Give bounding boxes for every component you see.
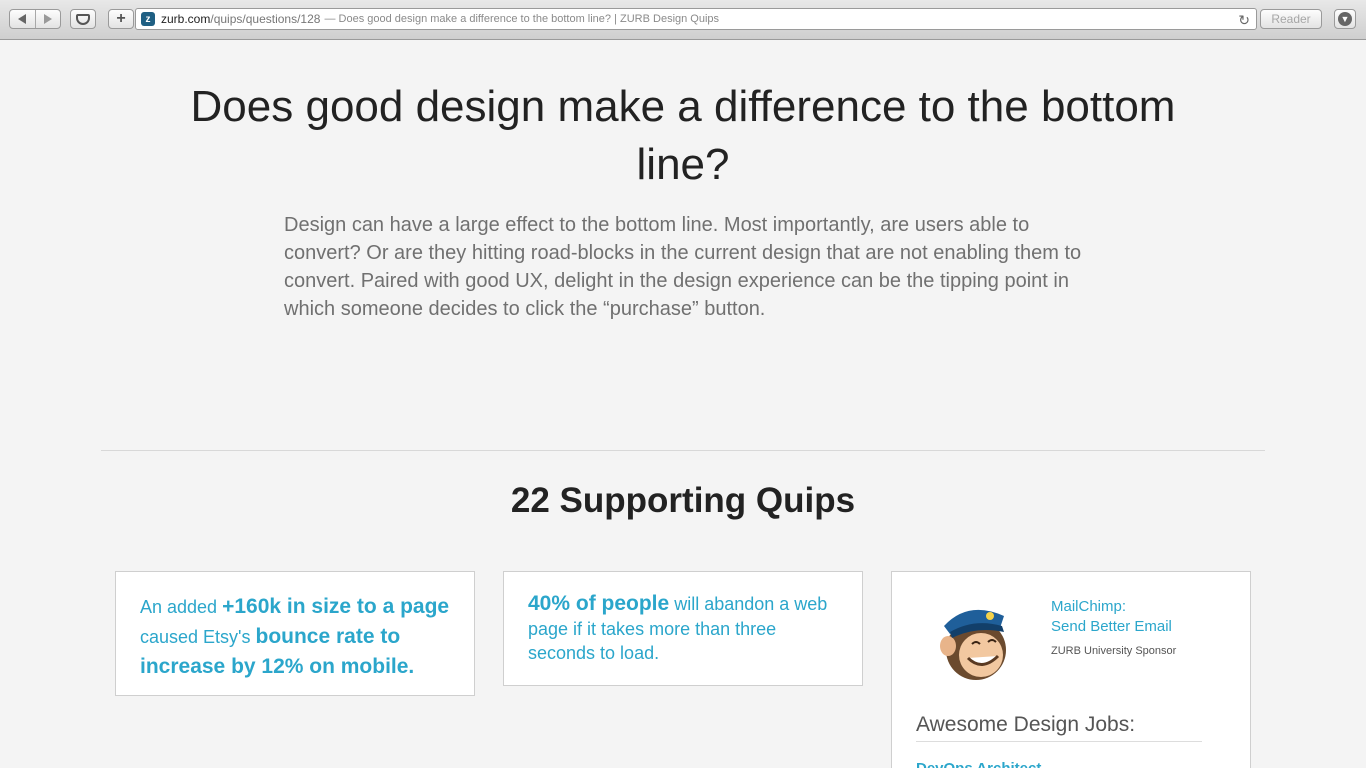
jobs-heading: Awesome Design Jobs: — [916, 713, 1136, 736]
back-button[interactable] — [10, 10, 35, 28]
jobs-divider — [916, 741, 1202, 742]
reload-icon[interactable]: ↻ — [1238, 12, 1250, 29]
forward-button[interactable] — [34, 10, 60, 28]
quip-text-highlight: 40% of people — [528, 592, 670, 615]
sponsor-link-line: MailChimp: — [1051, 598, 1127, 615]
pocket-icon — [76, 13, 90, 25]
reader-button[interactable]: Reader — [1260, 9, 1322, 29]
downloads-button[interactable]: ▼ — [1334, 9, 1356, 29]
quip-text-plain: caused Etsy's — [140, 627, 256, 647]
question-description: Design can have a large effect to the bo… — [284, 214, 1082, 320]
question-headline: Does good design make a difference to th… — [190, 82, 1176, 189]
mailchimp-monkey-icon — [940, 609, 1006, 680]
url-domain: zurb.com — [161, 12, 211, 26]
site-favicon-icon: z — [141, 12, 155, 26]
supporting-quips-title: 22 Supporting Quips — [510, 481, 856, 520]
back-arrow-icon — [18, 14, 27, 24]
quip-text-plain: An added — [140, 597, 223, 617]
quip-text: An added +160k in size to a page caused … — [140, 592, 450, 682]
quip-card[interactable]: 40% of people will abandon a web page if… — [503, 571, 863, 686]
download-icon: ▼ — [1338, 12, 1352, 26]
quip-card[interactable]: An added +160k in size to a page caused … — [115, 571, 475, 696]
url-path: /quips/questions/128 — [210, 12, 321, 26]
sponsor-link-line: Send Better Email — [1051, 618, 1172, 635]
job-link[interactable]: DevOps Architect — [916, 760, 1041, 768]
add-bookmark-button[interactable]: + — [108, 9, 134, 29]
quip-text-highlight: +160k in size to a page — [222, 595, 450, 618]
section-divider — [101, 450, 1265, 451]
sponsor-link[interactable]: MailChimp: Send Better Email — [1051, 597, 1172, 637]
browser-toolbar: + z zurb.com /quips/questions/128 — Does… — [0, 0, 1366, 40]
forward-arrow-icon — [43, 14, 52, 24]
quip-text: 40% of people will abandon a web page if… — [528, 592, 838, 666]
pocket-button[interactable] — [70, 9, 96, 29]
nav-buttons — [9, 9, 61, 29]
sponsor-card: MailChimp: Send Better Email ZURB Univer… — [891, 571, 1251, 768]
sponsor-note: ZURB University Sponsor — [1051, 645, 1177, 657]
address-bar[interactable]: z zurb.com /quips/questions/128 — Does g… — [135, 8, 1257, 30]
page-title-in-url: — Does good design make a difference to … — [324, 13, 720, 25]
